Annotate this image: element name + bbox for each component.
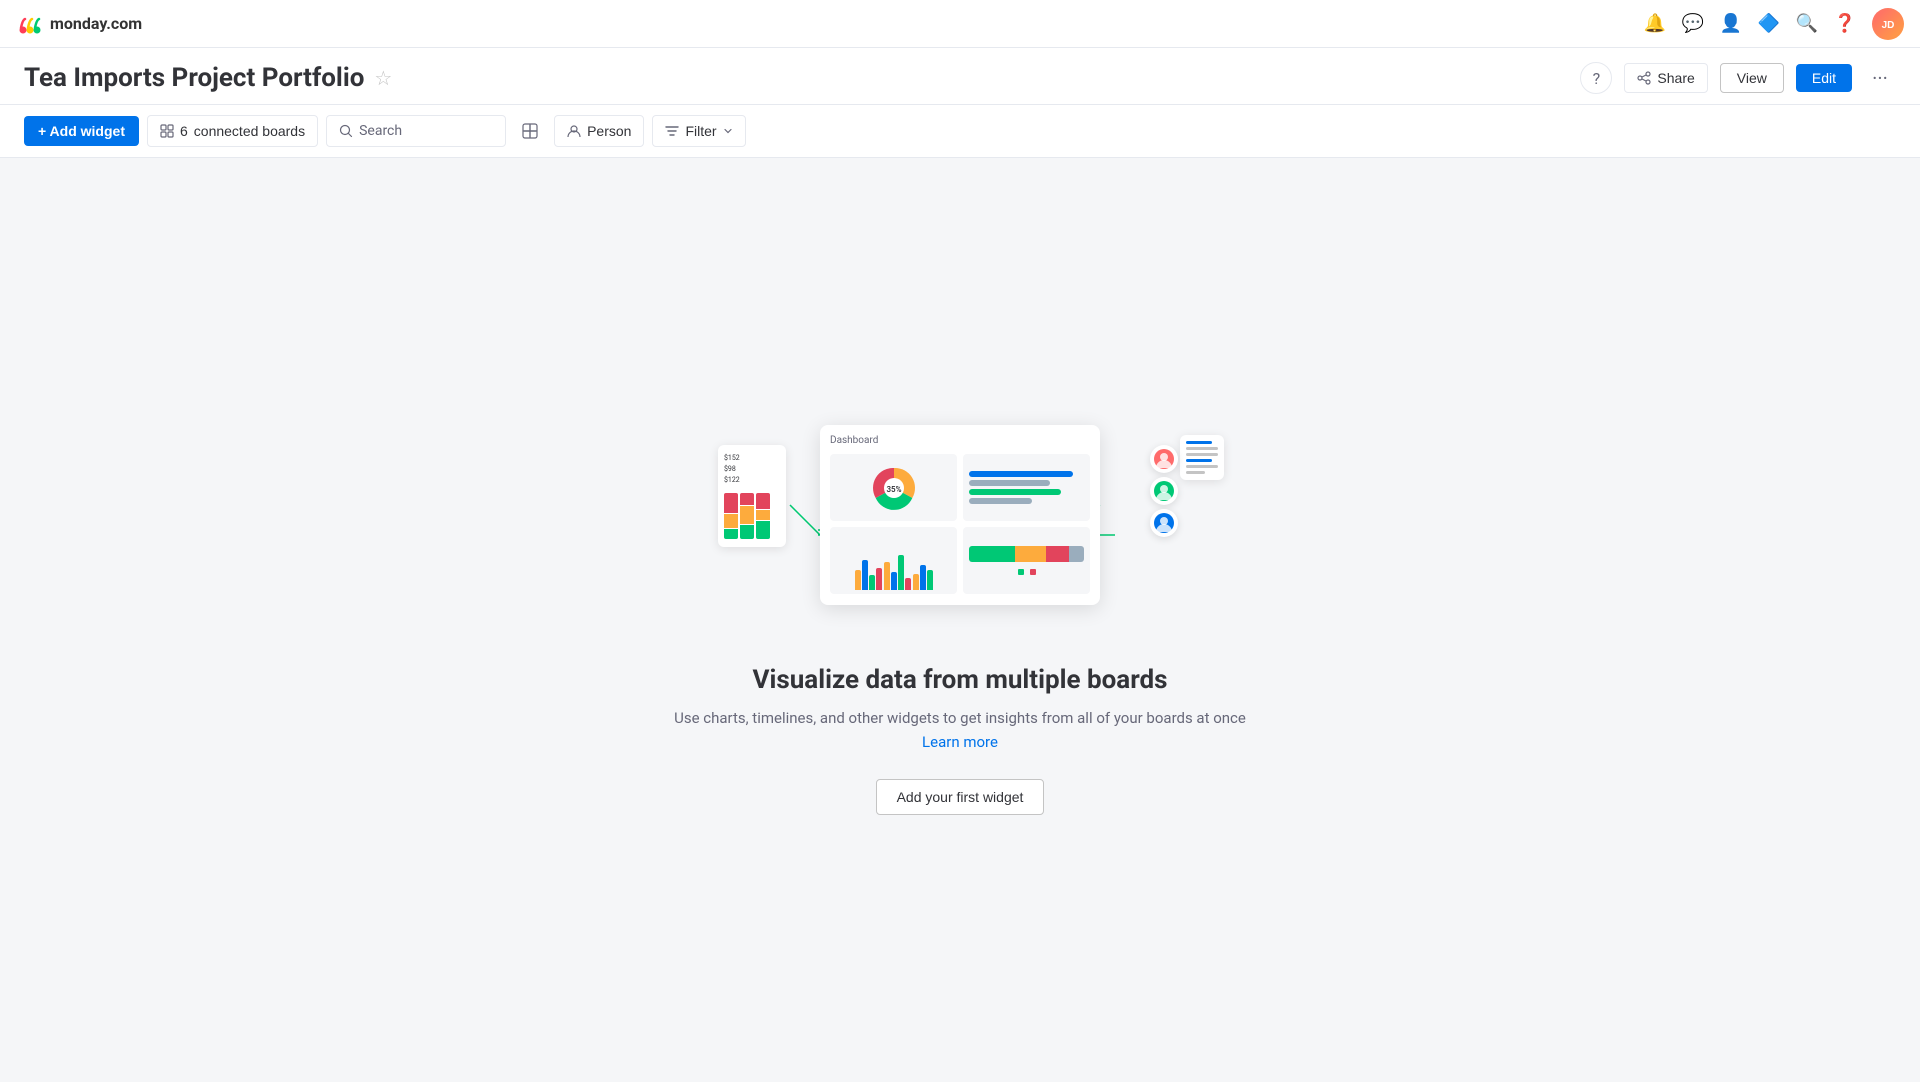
add-first-widget-button[interactable]: Add your first widget xyxy=(876,779,1045,815)
search-icon[interactable]: 🔍 xyxy=(1796,13,1818,35)
stacked-bar-chart xyxy=(724,493,780,539)
illustration-container: $152 $98 $122 xyxy=(670,425,1250,625)
left-panel-values: $152 $98 $122 xyxy=(724,453,780,487)
topbar-left: monday.com xyxy=(16,10,142,38)
connected-boards-button[interactable]: 6 connected boards xyxy=(147,115,318,147)
pie-chart-mini: 35% xyxy=(830,454,957,521)
person-icon xyxy=(567,124,581,138)
filter-label: Filter xyxy=(685,123,716,139)
bar-chart-horizontal-mini xyxy=(963,454,1090,521)
filter-chevron-icon xyxy=(723,126,733,136)
share-icon xyxy=(1637,71,1651,85)
topbar: monday.com 🔔 💬 👤 🔷 🔍 ❓ JD xyxy=(0,0,1920,48)
learn-more-link[interactable]: Learn more xyxy=(922,733,998,751)
person-label: Person xyxy=(587,123,631,139)
avatar-icon-1 xyxy=(1150,445,1178,473)
search-input-box[interactable]: Search xyxy=(326,115,506,147)
page-title: Tea Imports Project Portfolio xyxy=(24,63,364,93)
list-line-4 xyxy=(1186,459,1212,462)
bell-icon[interactable]: 🔔 xyxy=(1644,13,1666,35)
list-lines xyxy=(1186,441,1218,474)
edit-button[interactable]: Edit xyxy=(1796,64,1852,92)
help-button[interactable]: ? xyxy=(1580,62,1612,94)
monday-logo[interactable]: monday.com xyxy=(16,10,142,38)
avatar-icon-2 xyxy=(1150,477,1178,505)
boards-icon xyxy=(160,124,174,138)
toolbar: + Add widget 6 connected boards Search P… xyxy=(0,105,1920,158)
user-avatar[interactable]: JD xyxy=(1872,8,1904,40)
help-icon[interactable]: ❓ xyxy=(1834,13,1856,35)
dashboard-card-inner: 35% xyxy=(830,454,1090,594)
top-right-list-panel xyxy=(1180,435,1224,480)
list-line-3 xyxy=(1186,453,1218,456)
header-actions: ? Share View Edit ··· xyxy=(1580,62,1896,94)
connected-boards-count: 6 xyxy=(180,123,188,139)
view-button[interactable]: View xyxy=(1720,63,1784,93)
list-line-2 xyxy=(1186,447,1218,450)
list-line-5 xyxy=(1186,465,1218,468)
favorite-icon[interactable]: ☆ xyxy=(374,66,392,90)
app-name-label: monday.com xyxy=(50,14,142,33)
svg-text:JD: JD xyxy=(1882,20,1895,31)
main-subtext: Use charts, timelines, and other widgets… xyxy=(674,709,1246,727)
share-label: Share xyxy=(1657,70,1694,86)
dashboard-card-title: Dashboard xyxy=(830,435,1090,446)
list-line-1 xyxy=(1186,441,1212,444)
inbox-icon[interactable]: 💬 xyxy=(1682,13,1704,35)
main-content: $152 $98 $122 xyxy=(0,158,1920,1082)
list-line-6 xyxy=(1186,471,1205,474)
svg-text:35%: 35% xyxy=(886,485,901,494)
search-placeholder: Search xyxy=(359,123,402,139)
person-filter-button[interactable]: Person xyxy=(554,115,644,147)
share-button[interactable]: Share xyxy=(1624,63,1707,93)
grouped-bar-chart-mini xyxy=(830,527,957,594)
main-headline: Visualize data from multiple boards xyxy=(753,665,1168,695)
stacked-bar-chart-mini xyxy=(963,527,1090,594)
filter-button[interactable]: Filter xyxy=(652,115,745,147)
page-title-area: Tea Imports Project Portfolio ☆ xyxy=(24,63,392,93)
search-icon xyxy=(339,124,353,138)
topbar-right: 🔔 💬 👤 🔷 🔍 ❓ JD xyxy=(1644,8,1904,40)
left-mini-panel: $152 $98 $122 xyxy=(718,445,786,547)
people-icon[interactable]: 👤 xyxy=(1720,13,1742,35)
dashboard-card: Dashboard 35% xyxy=(820,425,1100,605)
page-header: Tea Imports Project Portfolio ☆ ? Share … xyxy=(0,48,1920,105)
more-options-button[interactable]: ··· xyxy=(1864,62,1896,94)
filter-icon xyxy=(665,124,679,138)
save-button[interactable] xyxy=(514,115,546,147)
apps-icon[interactable]: 🔷 xyxy=(1758,13,1780,35)
add-widget-button[interactable]: + Add widget xyxy=(24,116,139,146)
connected-boards-label: connected boards xyxy=(194,123,305,139)
avatar-icon-3 xyxy=(1150,509,1178,537)
right-avatars-panel xyxy=(1150,445,1178,537)
